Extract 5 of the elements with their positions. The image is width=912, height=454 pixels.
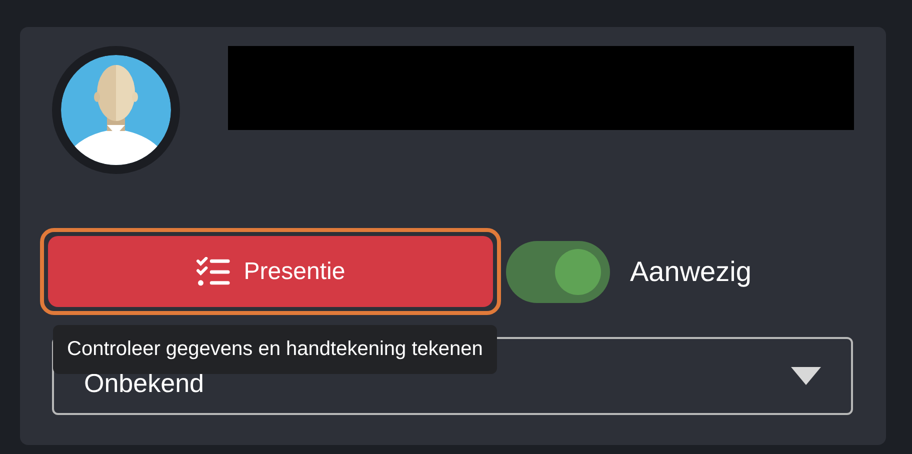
presence-button[interactable]: Presentie [48, 236, 493, 307]
tooltip: Controleer gegevens en handtekening tekenen [53, 325, 497, 374]
toggle-label: Aanwezig [630, 256, 752, 288]
checklist-icon [196, 256, 230, 286]
caret-icon [791, 367, 821, 385]
